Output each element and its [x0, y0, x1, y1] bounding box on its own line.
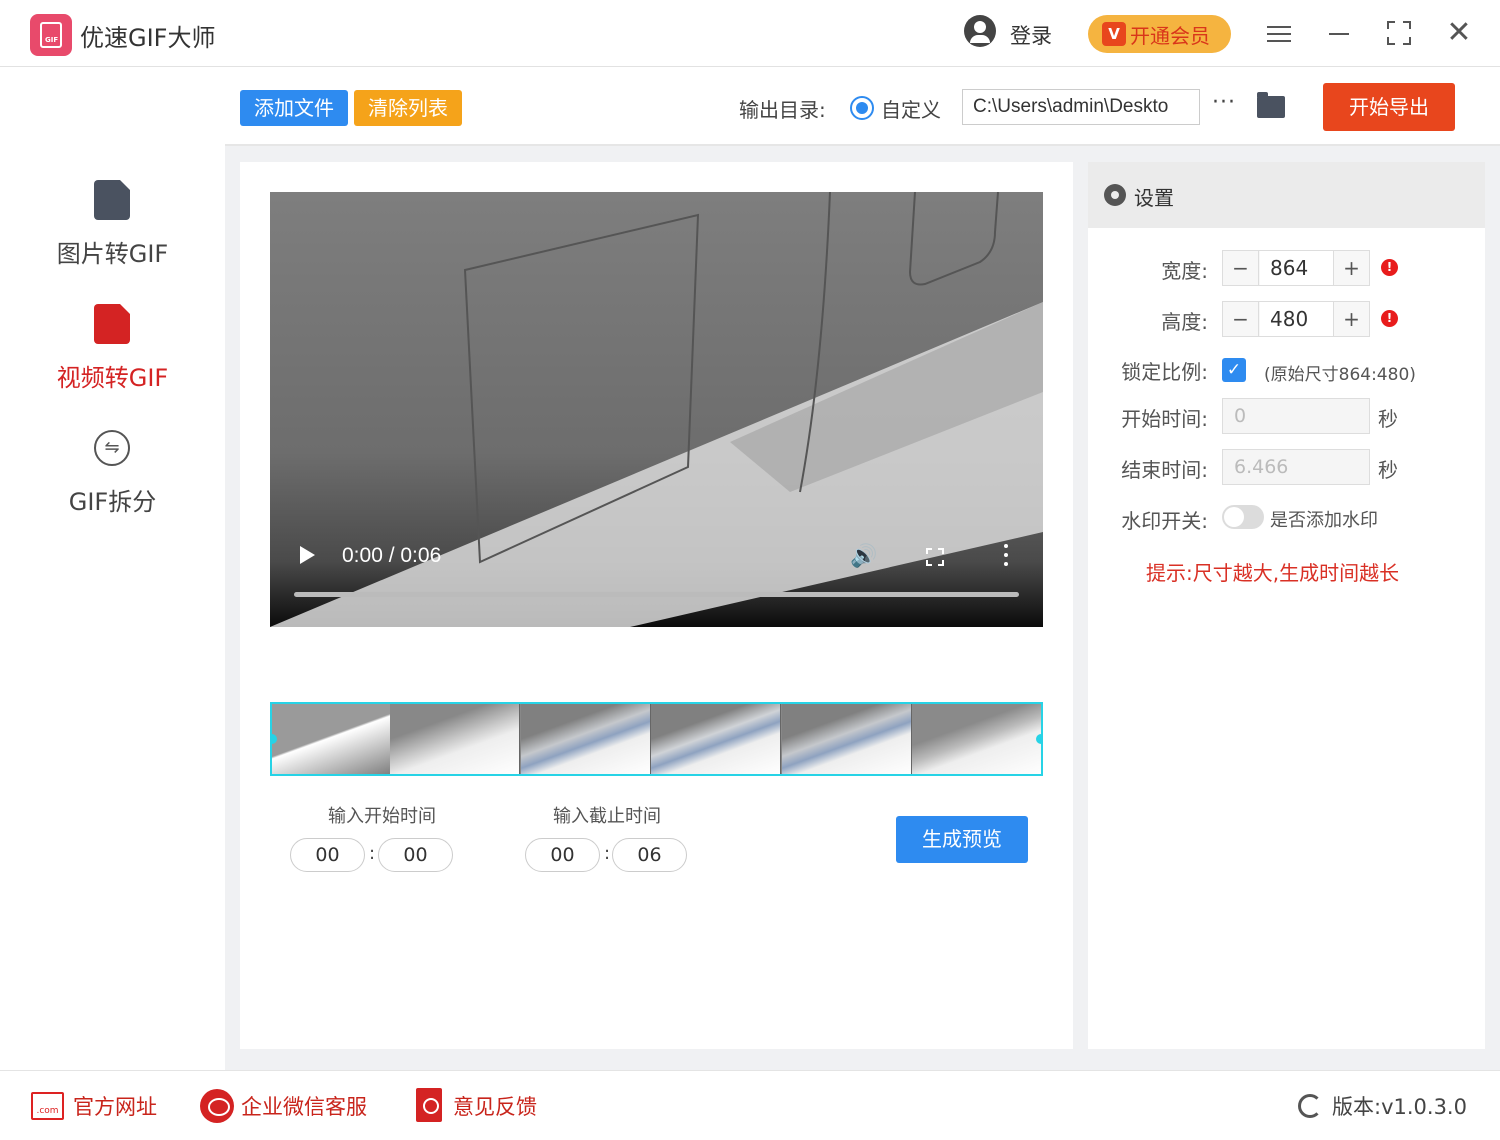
sidebar-item-label: 视频转GIF [56, 364, 169, 392]
frame-strip[interactable] [270, 702, 1043, 776]
output-dir-label: 输出目录: [739, 98, 826, 122]
lock-ratio-label: 锁定比例: [1121, 360, 1208, 384]
height-decrement-button[interactable]: − [1223, 302, 1259, 336]
video-more-icon[interactable] [1004, 544, 1008, 568]
close-icon[interactable]: ✕ [1444, 18, 1474, 48]
start-seconds-input[interactable]: 00 [378, 838, 453, 872]
sidebar-item-label: GIF拆分 [68, 488, 157, 516]
time-separator: : [369, 843, 376, 864]
height-stepper: − 480 + [1222, 301, 1370, 337]
start-export-button[interactable]: 开始导出 [1323, 83, 1455, 131]
minimize-icon[interactable] [1324, 18, 1354, 48]
settings-header: 设置 [1088, 162, 1485, 228]
frame-thumbnail [651, 704, 781, 774]
warning-icon: ! [1381, 310, 1398, 327]
login-link[interactable]: 登录 [1010, 20, 1052, 50]
main-area: 添加文件 清除列表 输出目录: 自定义 C:\Users\admin\Deskt… [225, 68, 1500, 1070]
height-label: 高度: [1161, 310, 1208, 334]
vip-label: 开通会员 [1130, 23, 1210, 48]
watermark-label: 水印开关: [1121, 509, 1208, 533]
width-label: 宽度: [1161, 259, 1208, 283]
end-time-setting-label: 结束时间: [1121, 458, 1208, 482]
seconds-unit: 秒 [1378, 458, 1398, 482]
video-time: 0:00 / 0:06 [342, 544, 442, 567]
start-time-label: 输入开始时间 [328, 806, 436, 827]
play-icon[interactable] [300, 546, 315, 564]
website-icon: .com [31, 1092, 64, 1120]
watermark-toggle[interactable] [1222, 505, 1264, 529]
end-time-input[interactable]: 6.466 [1222, 449, 1370, 485]
width-input[interactable]: 864 [1260, 251, 1334, 285]
start-time-setting-label: 开始时间: [1121, 407, 1208, 431]
frame-thumbnail [390, 704, 520, 774]
toolbar: 添加文件 清除列表 输出目录: 自定义 C:\Users\admin\Deskt… [225, 68, 1500, 146]
fullscreen-icon[interactable] [926, 548, 944, 566]
folder-icon[interactable] [1257, 92, 1285, 118]
website-link[interactable]: 官方网址 [73, 1091, 157, 1121]
width-stepper: − 864 + [1222, 250, 1370, 286]
user-icon[interactable] [964, 15, 996, 47]
video-progress-bar[interactable] [294, 592, 1019, 597]
sidebar-item-gif-split[interactable]: ⇋ GIF拆分 [0, 430, 225, 540]
custom-dir-radio[interactable] [850, 96, 874, 120]
image-file-icon [94, 180, 130, 220]
app-title: 优速GIF大师 [80, 24, 216, 52]
watermark-toggle-label: 是否添加水印 [1270, 510, 1378, 531]
feedback-link[interactable]: 意见反馈 [453, 1091, 537, 1121]
strip-end-handle[interactable] [1036, 734, 1041, 744]
start-time-input[interactable]: 0 [1222, 398, 1370, 434]
app-logo-icon: GIF [30, 14, 72, 56]
gear-icon [1104, 184, 1126, 206]
seconds-unit: 秒 [1378, 407, 1398, 431]
lock-ratio-checkbox[interactable]: ✓ [1222, 358, 1246, 382]
volume-icon[interactable]: 🔊 [850, 544, 877, 569]
time-separator: : [604, 843, 611, 864]
clear-list-button[interactable]: 清除列表 [354, 90, 462, 126]
frame-thumbnail [782, 704, 912, 774]
generate-preview-button[interactable]: 生成预览 [896, 816, 1028, 863]
feedback-icon [416, 1088, 442, 1122]
height-input[interactable]: 480 [1260, 302, 1334, 336]
vip-icon: V [1102, 22, 1126, 46]
footer: .com 官方网址 企业微信客服 意见反馈 版本:v1.0.3.0 [0, 1070, 1500, 1140]
end-seconds-input[interactable]: 06 [612, 838, 687, 872]
title-bar: GIF 优速GIF大师 登录 V 开通会员 ✕ [0, 0, 1500, 67]
wechat-icon [200, 1089, 234, 1123]
output-path-input[interactable]: C:\Users\admin\Deskto [962, 89, 1200, 125]
width-increment-button[interactable]: + [1333, 251, 1369, 285]
vip-button[interactable]: V 开通会员 [1088, 15, 1231, 53]
custom-dir-label[interactable]: 自定义 [881, 94, 941, 123]
width-decrement-button[interactable]: − [1223, 251, 1259, 285]
warning-icon: ! [1381, 259, 1398, 276]
end-time-label: 输入截止时间 [553, 806, 661, 827]
video-player[interactable]: 0:00 / 0:06 🔊 [270, 192, 1043, 627]
video-file-icon [94, 304, 130, 344]
add-files-button[interactable]: 添加文件 [240, 90, 348, 126]
frame-thumbnail [272, 704, 402, 774]
start-minutes-input[interactable]: 00 [290, 838, 365, 872]
size-hint: 提示:尺寸越大,生成时间越长 [1146, 561, 1400, 585]
video-controls: 0:00 / 0:06 🔊 [270, 532, 1043, 627]
sidebar-item-label: 图片转GIF [56, 240, 169, 268]
more-options-icon[interactable]: ··· [1212, 90, 1236, 115]
sidebar-item-video-to-gif[interactable]: 视频转GIF [0, 304, 225, 414]
refresh-icon[interactable] [1298, 1094, 1322, 1118]
logo-text: GIF [45, 36, 59, 44]
settings-title: 设置 [1134, 186, 1174, 210]
height-increment-button[interactable]: + [1333, 302, 1369, 336]
split-icon: ⇋ [94, 430, 130, 470]
settings-panel: 设置 宽度: − 864 + ! 高度: − 480 + ! 锁定比例: ✓ (… [1088, 162, 1485, 1049]
frame-thumbnail [912, 704, 1041, 774]
wechat-service-link[interactable]: 企业微信客服 [241, 1091, 367, 1121]
end-minutes-input[interactable]: 00 [525, 838, 600, 872]
video-panel: 0:00 / 0:06 🔊 输入开始时间 00: 00 输入截止时间 00:… [240, 162, 1073, 1049]
original-size-text: (原始尺寸864:480) [1264, 365, 1416, 385]
frame-thumbnail [521, 704, 651, 774]
version-text: 版本:v1.0.3.0 [1332, 1095, 1467, 1119]
sidebar-item-image-to-gif[interactable]: 图片转GIF [0, 180, 225, 290]
sidebar: 图片转GIF 视频转GIF ⇋ GIF拆分 [0, 68, 225, 1070]
menu-icon[interactable] [1264, 18, 1294, 48]
maximize-icon[interactable] [1384, 18, 1414, 48]
